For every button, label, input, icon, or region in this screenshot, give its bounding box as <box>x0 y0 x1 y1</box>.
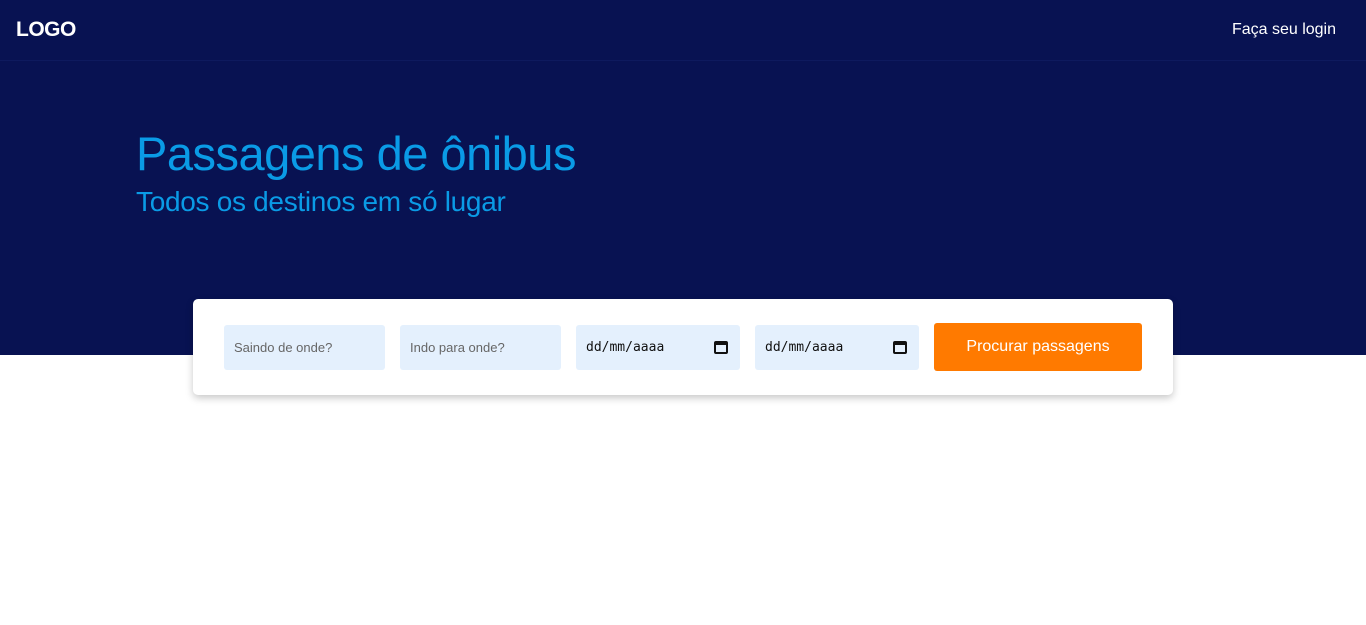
hero-title: Passagens de ônibus <box>136 127 576 180</box>
departure-date-input[interactable]: dd/mm/aaaa <box>576 325 740 370</box>
hero-subtitle: Todos os destinos em só lugar <box>136 186 506 217</box>
return-date-input[interactable]: dd/mm/aaaa <box>755 325 919 370</box>
origin-input[interactable] <box>224 325 385 370</box>
search-form: dd/mm/aaaa dd/mm/aaaa Procurar passagens <box>193 299 1173 395</box>
login-link[interactable]: Faça seu login <box>1232 21 1336 39</box>
logo[interactable]: LOGO <box>16 18 76 42</box>
calendar-icon[interactable] <box>893 341 907 354</box>
departure-date-text: dd/mm/aaaa <box>586 340 665 355</box>
calendar-icon[interactable] <box>714 341 728 354</box>
search-tickets-button[interactable]: Procurar passagens <box>934 323 1142 371</box>
return-date-text: dd/mm/aaaa <box>765 340 844 355</box>
destination-input[interactable] <box>400 325 561 370</box>
top-header: LOGO Faça seu login <box>0 0 1366 61</box>
